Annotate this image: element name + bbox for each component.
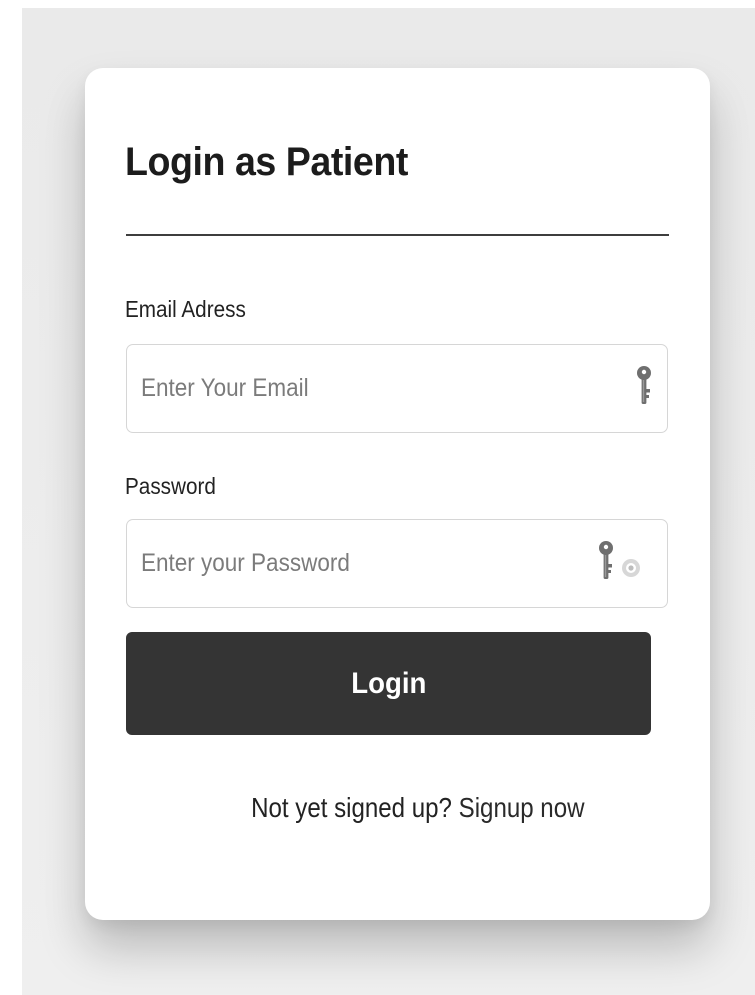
login-button[interactable]: Login <box>126 632 651 735</box>
email-input[interactable] <box>141 345 528 432</box>
login-card: Login as Patient Email Adress Password <box>85 68 710 920</box>
key-icon <box>637 366 651 404</box>
key-icon <box>599 541 613 579</box>
login-button-label: Login <box>350 666 427 700</box>
password-input[interactable] <box>141 520 528 607</box>
signup-link[interactable]: Signup now <box>458 792 584 823</box>
email-label: Email Adress <box>125 296 246 322</box>
signup-prompt-text: Not yet signed up? <box>250 792 452 823</box>
signup-prompt: Not yet signed up? Signup now <box>85 792 710 824</box>
email-field[interactable] <box>126 344 668 433</box>
title-divider <box>126 234 669 236</box>
password-label: Password <box>125 473 216 499</box>
page-title: Login as Patient <box>125 140 408 184</box>
password-field[interactable] <box>126 519 668 608</box>
eye-icon[interactable] <box>621 558 641 578</box>
